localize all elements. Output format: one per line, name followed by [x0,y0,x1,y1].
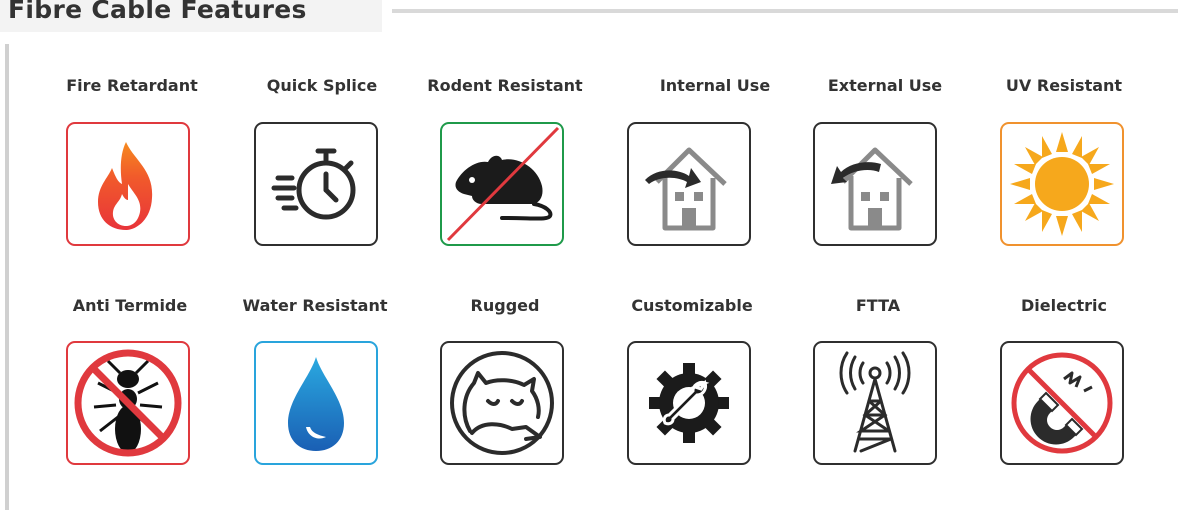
flame-icon [98,142,153,230]
gear-wrench-icon [649,363,729,443]
feature-dielectric: Dielectric [974,294,1154,318]
dielectric-tile [1000,341,1124,465]
feature-anti-termide: Anti Termide [40,294,220,318]
feature-label: External Use [827,76,943,95]
feature-external-use: External Use [795,74,975,98]
no-magnet-icon [1011,352,1113,454]
feature-customizable: Customizable [602,294,782,318]
house-arrow-in-icon [645,147,727,231]
feature-label: UV Resistant [1005,76,1123,95]
feature-ftta: FTTA [788,294,968,318]
rugged-tile [440,341,564,465]
fire-retardant-tile [66,122,190,246]
feature-label: Rodent Resistant [427,76,583,95]
uv-resistant-tile [1000,122,1124,246]
customizable-tile [627,341,751,465]
rhino-icon [450,351,554,455]
ftta-tile [813,341,937,465]
feature-label: Rugged [470,296,540,315]
section-title: Fibre Cable Features [0,0,382,32]
feature-fire-retardant: Fire Retardant [42,74,222,98]
feature-label: Customizable [631,296,753,315]
water-resistant-tile [254,341,378,465]
feature-uv-resistant: UV Resistant [974,74,1154,98]
house-arrow-out-icon [831,147,913,231]
rodent-resistant-tile [440,122,564,246]
feature-rugged: Rugged [415,294,595,318]
sun-icon [1010,132,1114,236]
feature-label: Quick Splice [266,76,378,95]
feature-label: Internal Use [659,76,771,95]
feature-quick-splice: Quick Splice [232,74,412,98]
anti-termide-tile [66,341,190,465]
left-accent-bar [5,44,9,510]
no-rat-icon [446,126,560,242]
stopwatch-icon [271,148,356,220]
no-termite-icon [74,349,182,457]
feature-label: Fire Retardant [66,76,198,95]
title-divider [392,9,1178,13]
external-use-tile [813,122,937,246]
feature-label: Water Resistant [242,296,388,315]
feature-label: Anti Termide [72,296,188,315]
feature-label: FTTA [855,296,901,315]
quick-splice-tile [254,122,378,246]
water-drop-icon [288,357,344,451]
feature-label: Dielectric [1021,296,1107,315]
antenna-tower-icon [839,351,911,453]
internal-use-tile [627,122,751,246]
feature-rodent-resistant: Rodent Resistant [415,74,595,98]
feature-internal-use: Internal Use [625,74,805,98]
feature-water-resistant: Water Resistant [225,294,405,318]
